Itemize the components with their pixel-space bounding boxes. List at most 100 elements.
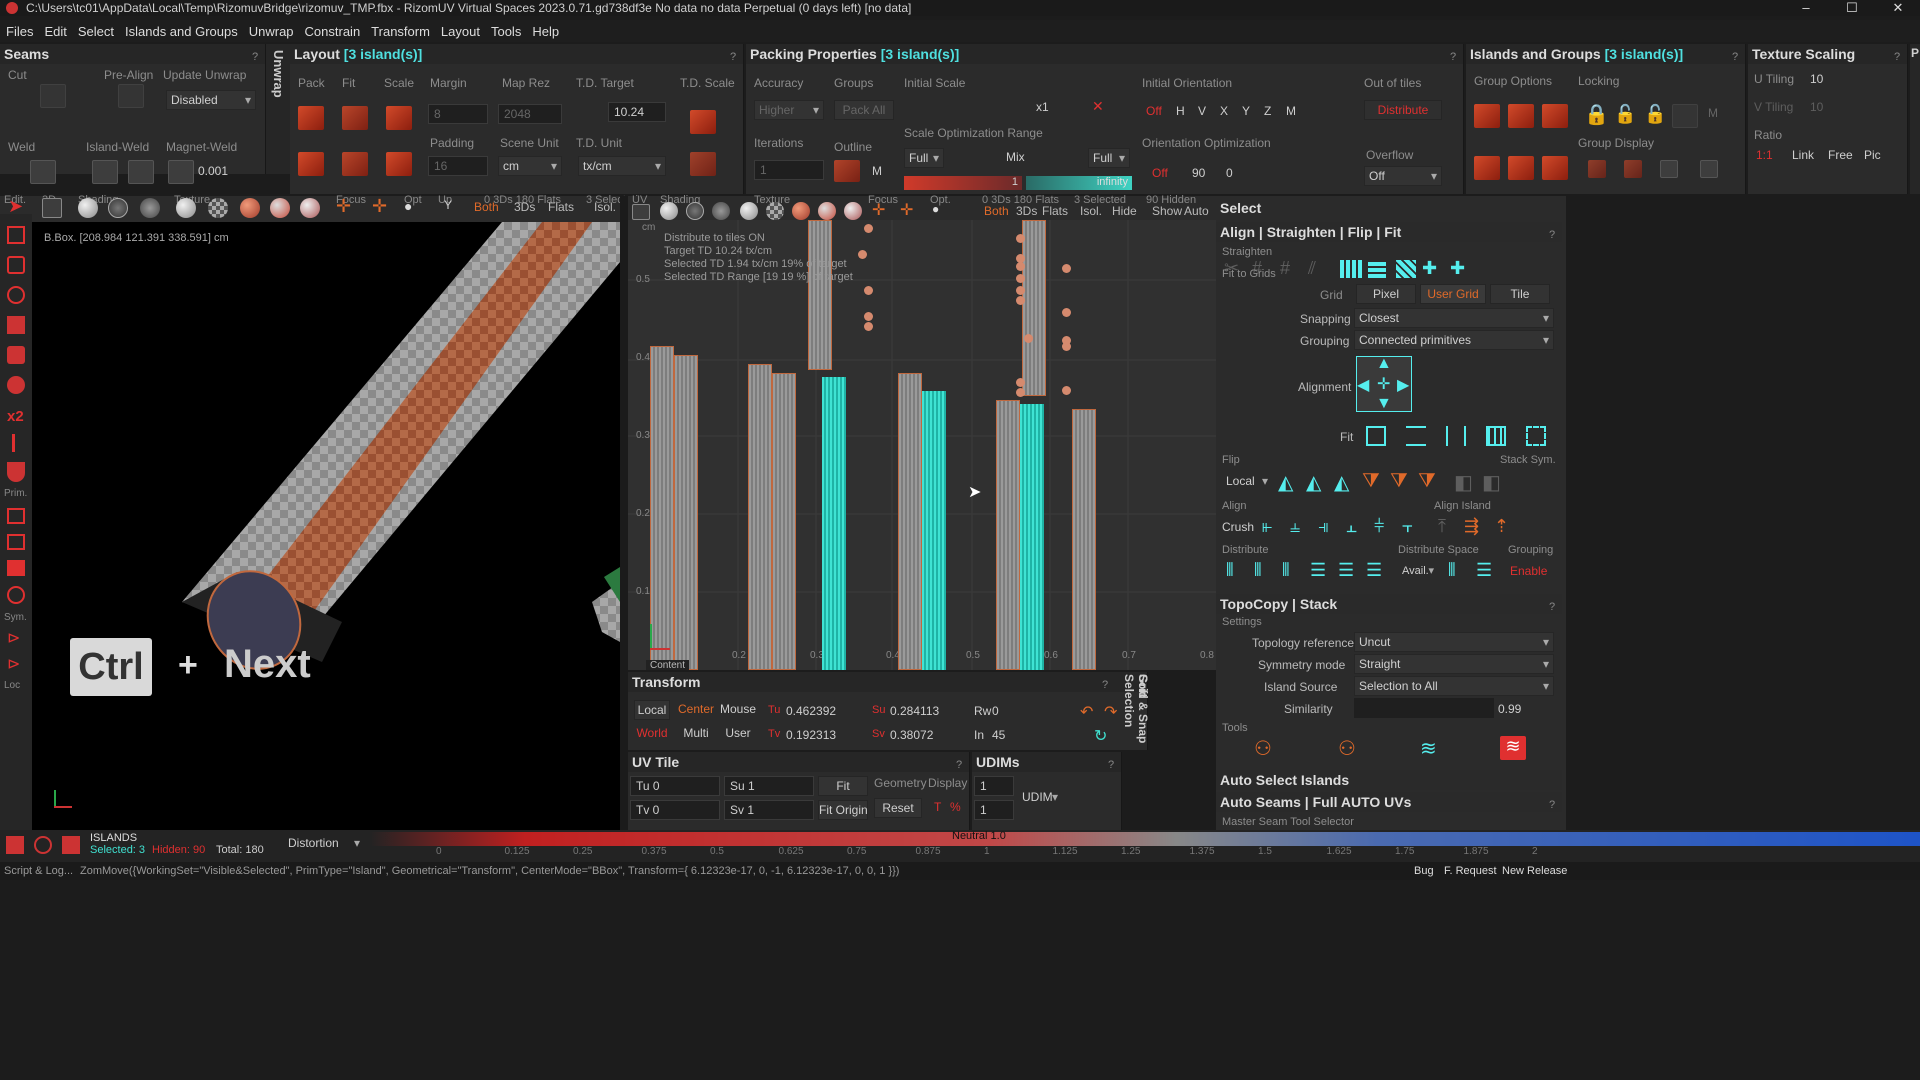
help-icon[interactable]: ? <box>1546 597 1558 613</box>
status-icon-3[interactable] <box>62 836 80 854</box>
pack-icon[interactable] <box>298 106 324 130</box>
display-opt1-icon[interactable] <box>1588 160 1606 178</box>
snapping-dropdown[interactable]: Closest <box>1354 308 1554 328</box>
flip-v-icon[interactable]: ◭ <box>1306 470 1321 495</box>
margin-field[interactable]: 8 <box>428 104 488 124</box>
td-pick-icon[interactable] <box>690 152 716 176</box>
display-grid-icon[interactable] <box>1508 156 1534 180</box>
uv-filter-3ds[interactable]: 3Ds <box>1016 204 1037 218</box>
scale-range-max-dropdown[interactable]: Full <box>1088 148 1130 168</box>
orient-opt-off[interactable]: Off <box>1152 166 1168 180</box>
lock-m[interactable]: M <box>1708 106 1718 120</box>
distribute-5-icon[interactable]: ☰ <box>1338 560 1354 581</box>
scale-options-icon[interactable] <box>386 152 412 176</box>
fit-origin-button[interactable]: Fit Origin <box>818 800 868 820</box>
help-icon[interactable]: ? <box>249 47 261 63</box>
axis-h[interactable]: H <box>1176 104 1185 118</box>
focus-crosshair-icon[interactable]: ✛ <box>336 196 351 217</box>
uv-texture-mix-icon[interactable] <box>818 202 836 220</box>
align-right-icon[interactable]: ▶ <box>1397 375 1409 395</box>
lock-icon[interactable]: 🔒 <box>1584 102 1609 126</box>
uv-shading-grid-icon[interactable] <box>712 202 730 220</box>
x2-label[interactable]: x2 <box>7 408 24 425</box>
menu-unwrap[interactable]: Unwrap <box>249 24 294 39</box>
up-axis-value[interactable]: Y <box>444 198 452 212</box>
status-icon-1[interactable] <box>6 836 24 854</box>
shading-solid-icon[interactable] <box>78 198 98 218</box>
texture-solid-icon[interactable] <box>176 198 196 218</box>
help-icon[interactable]: ? <box>1546 795 1558 811</box>
uv-focus-all-icon[interactable]: ✛ <box>900 200 913 220</box>
grouping-dropdown[interactable]: Connected primitives <box>1354 330 1554 350</box>
prim-box-icon[interactable] <box>7 508 25 524</box>
auto-select-header[interactable]: Auto Select Islands <box>1216 770 1562 790</box>
distribute-6-icon[interactable]: ☰ <box>1366 560 1382 581</box>
distribute-avail-dropdown[interactable]: Avail. <box>1398 562 1438 582</box>
lock-all-icon[interactable]: 🔓 <box>1644 104 1666 125</box>
distribute-space-v-icon[interactable]: ☰ <box>1476 560 1492 581</box>
su-value[interactable]: 0.284113 <box>890 704 939 718</box>
uv-island-bar[interactable] <box>650 346 674 670</box>
status-icon-2[interactable] <box>34 836 52 854</box>
menu-edit[interactable]: Edit <box>44 24 66 39</box>
bug-button[interactable]: Bug <box>1414 862 1434 880</box>
isolate-button[interactable]: Isol. <box>594 200 616 214</box>
iterations-field[interactable]: 1 <box>754 160 824 180</box>
distribute-2-icon[interactable]: ⫴ <box>1254 560 1262 581</box>
straighten-v-icon[interactable]: # <box>1280 258 1290 279</box>
scale-range-min-dropdown[interactable]: Full <box>904 148 944 168</box>
flip-u-icon[interactable]: ◭ <box>1278 470 1293 495</box>
fit-v-icon[interactable] <box>1446 426 1466 446</box>
filter-3ds[interactable]: 3Ds <box>514 200 535 214</box>
uv-tile-tv[interactable]: Tv 0 <box>630 800 720 820</box>
face-select-icon[interactable] <box>7 346 25 364</box>
unwrap-side-tab[interactable]: Unwrap <box>266 44 290 174</box>
texture-checker-icon[interactable] <box>208 198 228 218</box>
ungroup-icon[interactable] <box>1508 104 1534 128</box>
similarity-slider[interactable] <box>1354 698 1494 718</box>
symmetry-lock-icon[interactable]: ⊳ <box>7 654 20 674</box>
multi-button[interactable]: Multi <box>676 724 716 744</box>
u-tiling-value[interactable]: 10 <box>1810 72 1823 86</box>
grouping-enable-button[interactable]: Enable <box>1510 564 1547 578</box>
weld-icon[interactable] <box>30 160 56 184</box>
flip-local-dropdown[interactable]: Local <box>1222 472 1272 492</box>
help-icon[interactable]: ? <box>1099 675 1111 691</box>
align-center-h-icon[interactable]: ⫨ <box>1290 516 1300 537</box>
menu-constrain[interactable]: Constrain <box>305 24 361 39</box>
prim-edge-icon[interactable] <box>7 534 25 550</box>
menu-help[interactable]: Help <box>532 24 559 39</box>
padding-field[interactable]: 16 <box>428 156 488 176</box>
frame-icon[interactable] <box>42 198 62 218</box>
uv-island-top-2[interactable] <box>1022 220 1046 396</box>
shield-icon[interactable] <box>7 462 25 482</box>
close-button[interactable]: ✕ <box>1878 0 1918 16</box>
map-rez-field[interactable]: 2048 <box>498 104 562 124</box>
align-top-edge-icon[interactable]: ⫠ <box>1346 516 1357 537</box>
udim-field-1[interactable]: 1 <box>974 776 1014 796</box>
command-line[interactable]: ZomMove({WorkingSet="Visible&Selected", … <box>80 862 899 880</box>
initial-scale-x[interactable]: x1 <box>1036 100 1049 114</box>
pre-align-icon[interactable] <box>118 84 144 108</box>
uv-filter-both[interactable]: Both <box>984 204 1009 218</box>
fit-icon[interactable] <box>342 106 368 130</box>
display-opt4-icon[interactable] <box>1700 160 1718 178</box>
tu-value[interactable]: 0.462392 <box>786 704 836 718</box>
uv-island-bar[interactable] <box>996 400 1020 670</box>
orientation-off[interactable]: Off <box>1146 104 1162 118</box>
island-source-dropdown[interactable]: Selection to All <box>1354 676 1554 696</box>
grid-tile-button[interactable]: Tile <box>1490 284 1550 304</box>
axis-z[interactable]: Z <box>1264 104 1271 118</box>
fit-both-icon[interactable] <box>1366 426 1386 446</box>
stack-all-icon[interactable]: ≋ <box>1500 736 1526 760</box>
display-r-icon[interactable] <box>1474 156 1500 180</box>
distribute-1-icon[interactable]: ⫴ <box>1226 560 1234 581</box>
maximize-button[interactable]: ☐ <box>1832 0 1872 16</box>
sv-value[interactable]: 0.38072 <box>890 728 933 742</box>
grid-v-icon[interactable] <box>1368 260 1386 278</box>
texture-red-icon[interactable] <box>240 198 260 218</box>
straighten-diag-icon[interactable]: ⫽ <box>1308 258 1316 279</box>
uv-shading-solid-icon[interactable] <box>660 202 678 220</box>
uv-island-bar[interactable] <box>748 364 772 670</box>
distortion-dropdown[interactable]: Distortion <box>284 834 364 854</box>
